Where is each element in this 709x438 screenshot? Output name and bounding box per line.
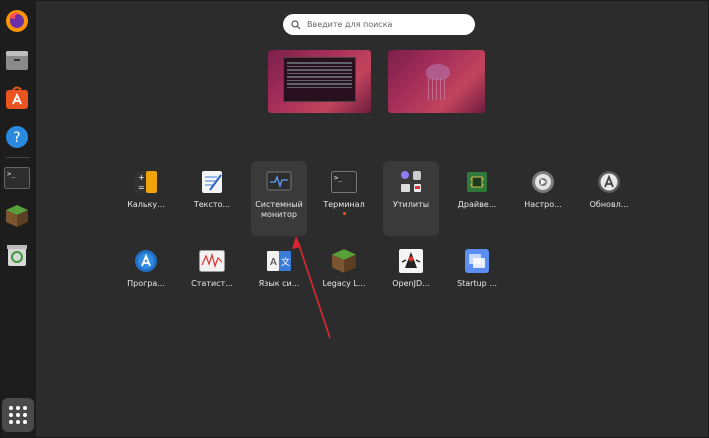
annotation-arrow (292, 236, 331, 339)
